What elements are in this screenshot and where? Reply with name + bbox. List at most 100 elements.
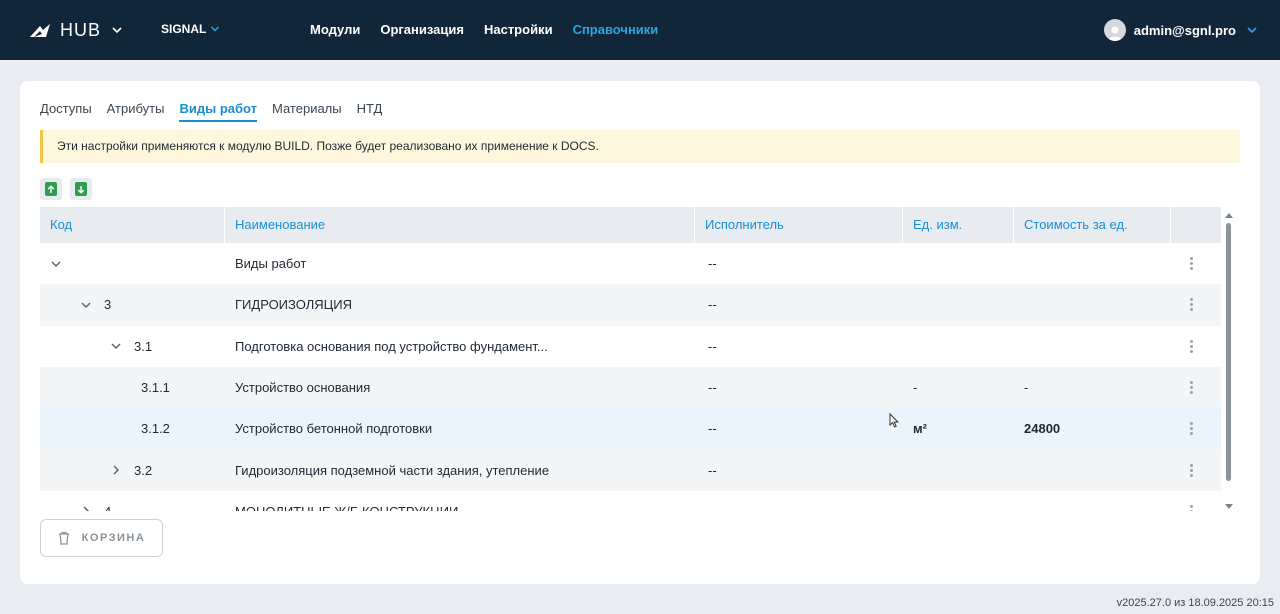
column-header-cost[interactable]: Стоимость за ед. [1014, 207, 1171, 243]
row-menu-button[interactable] [1171, 243, 1211, 284]
nav-organization[interactable]: Организация [380, 22, 464, 37]
tab-materials[interactable]: Материалы [272, 101, 342, 122]
column-header-actions [1171, 207, 1221, 243]
name-cell: Устройство основания [235, 380, 371, 396]
row-menu-button[interactable] [1171, 449, 1211, 490]
more-vertical-icon [1189, 504, 1193, 511]
unit-cell [903, 284, 1014, 325]
hub-logo-icon [30, 24, 50, 37]
chevron-down-icon [112, 27, 122, 34]
more-vertical-icon [1189, 298, 1193, 312]
hub-switcher[interactable]: HUB [28, 18, 123, 42]
table-row[interactable]: 3.1.1 Устройство основания -- - - [40, 366, 1221, 409]
nav-modules[interactable]: Модули [310, 22, 360, 37]
cost-cell: - [1024, 380, 1029, 396]
upload-excel-icon [45, 182, 57, 196]
more-vertical-icon [1189, 339, 1193, 353]
nav-references[interactable]: Справочники [573, 22, 659, 37]
code-cell: 3.1.1 [40, 367, 225, 408]
scrollbar-thumb[interactable] [1226, 223, 1231, 481]
tab-bar: Доступы Атрибуты Виды работ Материалы НТ… [40, 101, 397, 122]
more-vertical-icon [1189, 463, 1193, 477]
more-vertical-icon [1189, 257, 1193, 271]
code-cell: 3.2 [40, 449, 225, 490]
executor-cell: -- [708, 462, 717, 478]
row-menu-button[interactable] [1171, 326, 1211, 367]
tab-ntd[interactable]: НТД [357, 101, 383, 122]
table-scrollbar[interactable] [1224, 207, 1234, 511]
row-menu-button[interactable] [1171, 408, 1211, 449]
cost-cell [1014, 284, 1171, 325]
column-header-unit[interactable]: Ед. изм. [903, 207, 1014, 243]
info-notice: Эти настройки применяются к модулю BUILD… [40, 130, 1240, 163]
code-text: 4 [104, 504, 111, 511]
user-menu[interactable]: admin@sgnl.pro [1103, 19, 1258, 41]
row-menu-button[interactable] [1171, 284, 1211, 325]
mouse-cursor-icon [889, 413, 899, 428]
name-cell: МОНОЛИТНЫЕ Ж/Б КОНСТРУКЦИИ [225, 491, 695, 511]
chevron-down-icon[interactable] [80, 299, 92, 311]
code-cell: 3 [40, 284, 225, 325]
project-name: SIGNAL [161, 22, 207, 36]
top-bar: HUB SIGNAL Модули Организация Настройки … [0, 0, 1280, 60]
column-header-name[interactable]: Наименование [225, 207, 695, 243]
table-row[interactable]: 4 МОНОЛИТНЫЕ Ж/Б КОНСТРУКЦИИ [40, 491, 1221, 511]
chevron-down-icon[interactable] [110, 340, 122, 352]
download-excel-icon [75, 182, 87, 196]
unit-cell [903, 491, 1014, 511]
code-cell: 3.1 [40, 326, 225, 367]
trash-button[interactable]: КОРЗИНА [40, 519, 163, 557]
more-vertical-icon [1189, 381, 1193, 395]
tab-attributes[interactable]: Атрибуты [107, 101, 165, 122]
code-cell: 3.1.2 [40, 408, 225, 449]
row-menu-button[interactable] [1171, 491, 1211, 511]
export-button[interactable] [40, 178, 62, 200]
unit-cell: - [913, 380, 918, 396]
unit-cell [903, 243, 1014, 284]
cost-cell: 24800 [1024, 421, 1061, 437]
cost-cell [1014, 326, 1171, 367]
column-header-code[interactable]: Код [40, 207, 225, 243]
table-header: Код Наименование Исполнитель Ед. изм. Ст… [40, 207, 1221, 243]
table-row[interactable]: Виды работ -- [40, 243, 1221, 284]
trash-label: КОРЗИНА [81, 532, 146, 544]
cost-cell [1014, 243, 1171, 284]
table-row[interactable]: 3.1 Подготовка основания под устройство … [40, 326, 1221, 367]
table-row[interactable]: 3 ГИДРОИЗОЛЯЦИЯ -- [40, 284, 1221, 326]
tab-access[interactable]: Доступы [40, 101, 92, 122]
name-cell: ГИДРОИЗОЛЯЦИЯ [235, 297, 352, 313]
executor-cell: -- [708, 256, 717, 272]
nav-settings[interactable]: Настройки [484, 22, 553, 37]
table-row[interactable]: 3.2 Гидроизоляция подземной части здания… [40, 449, 1221, 491]
executor-cell: -- [708, 338, 717, 354]
tab-work-types[interactable]: Виды работ [179, 101, 257, 122]
executor-cell: -- [708, 380, 717, 396]
work-types-table: Код Наименование Исполнитель Ед. изм. Ст… [40, 207, 1221, 511]
executor-cell: -- [708, 297, 717, 313]
code-cell [40, 243, 225, 284]
table-row[interactable]: 3.1.2 Устройство бетонной подготовки -- … [40, 408, 1221, 450]
project-switcher[interactable]: SIGNAL [161, 22, 220, 36]
import-button[interactable] [70, 178, 92, 200]
scroll-up-icon[interactable] [1225, 213, 1233, 218]
name-cell: Подготовка основания под устройство фунд… [235, 338, 548, 354]
name-cell: Гидроизоляция подземной части здания, ут… [235, 462, 550, 478]
more-vertical-icon [1189, 422, 1193, 436]
chevron-right-icon[interactable] [80, 505, 92, 511]
code-text: 3 [104, 297, 112, 313]
column-header-executor[interactable]: Исполнитель [695, 207, 903, 243]
executor-cell: -- [708, 421, 717, 437]
chevron-right-icon[interactable] [110, 464, 122, 476]
row-menu-button[interactable] [1171, 367, 1211, 408]
code-text: 3.1 [134, 338, 153, 354]
cost-cell [1014, 449, 1171, 490]
user-icon [1107, 26, 1122, 41]
scroll-down-icon[interactable] [1225, 504, 1233, 509]
unit-cell [903, 326, 1014, 367]
avatar [1103, 19, 1126, 41]
code-text: 3.2 [134, 462, 153, 478]
brand-name: HUB [60, 19, 102, 40]
main-nav: Модули Организация Настройки Справочники [310, 22, 678, 37]
code-text: 3.1.1 [141, 380, 170, 396]
chevron-down-icon[interactable] [50, 258, 62, 270]
